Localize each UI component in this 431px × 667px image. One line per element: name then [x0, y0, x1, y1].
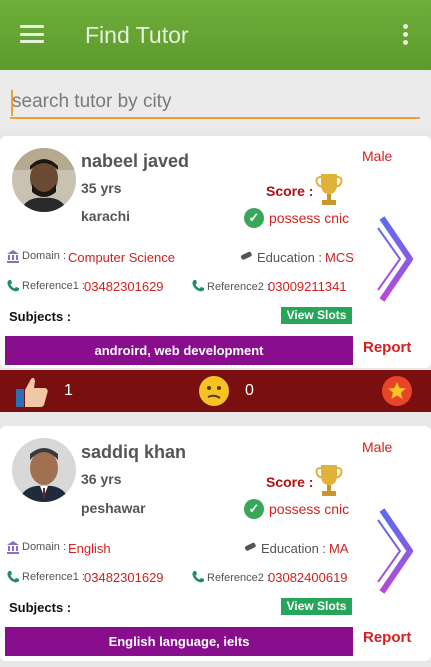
domain-label: Domain : [22, 541, 67, 553]
report-button[interactable]: Report [363, 629, 411, 646]
view-slots-button[interactable]: View Slots [281, 598, 352, 615]
reference2-label: Reference2 : [207, 572, 270, 584]
search-input[interactable] [10, 87, 420, 119]
subjects-list: androird, web development [5, 336, 353, 365]
phone-icon [7, 280, 20, 292]
verified-check-icon: ✓ [244, 499, 264, 519]
reference1-label: Reference1 : [22, 280, 85, 292]
reference2-label: Reference2 : [207, 281, 270, 293]
avatar [12, 438, 76, 502]
search-bar [0, 70, 431, 130]
phone-icon [192, 571, 204, 583]
view-slots-button[interactable]: View Slots [281, 307, 352, 324]
phone-icon [192, 280, 204, 292]
app-bar: Find Tutor [0, 0, 431, 70]
tutor-age: 36 yrs [81, 471, 122, 487]
subjects-label: Subjects : [9, 600, 72, 615]
tutor-name: saddiq khan [81, 442, 187, 462]
reference1-value[interactable]: 03482301629 [84, 279, 164, 294]
tutor-gender: Male [362, 148, 393, 164]
text-cursor [11, 90, 13, 116]
chevron-right-icon[interactable] [376, 214, 416, 304]
score-label: Score : [266, 183, 314, 199]
rating-bar: 1 0 [0, 370, 431, 412]
education-value: MA [329, 541, 349, 556]
cnic-status: possess cnic [269, 210, 350, 226]
favorite-button[interactable] [382, 376, 412, 406]
diploma-icon [244, 542, 256, 551]
subjects-list: English language, ielts [5, 627, 353, 656]
page-title: Find Tutor [85, 22, 189, 48]
like-count: 1 [64, 382, 73, 399]
reference2-value[interactable]: 03082400619 [268, 570, 348, 585]
verified-check-icon: ✓ [244, 208, 264, 228]
report-button[interactable]: Report [363, 339, 411, 356]
institution-icon [7, 541, 19, 554]
tutor-city: peshawar [81, 500, 146, 516]
star-icon [388, 382, 406, 399]
tutor-gender: Male [362, 439, 393, 455]
reference2-value[interactable]: 03009211341 [268, 279, 347, 294]
tutor-name: nabeel javed [81, 151, 190, 171]
neutral-count: 0 [245, 382, 254, 399]
domain-value: English [68, 541, 111, 556]
reference1-label: Reference1 : [22, 571, 85, 583]
tutor-city: karachi [81, 208, 131, 224]
diploma-icon [240, 251, 252, 260]
education-label: Education : [261, 541, 327, 556]
education-label: Education : [257, 250, 323, 265]
institution-icon [7, 250, 19, 263]
trophy-icon [315, 465, 343, 496]
education-value: MCS [325, 250, 354, 265]
subjects-label: Subjects : [9, 309, 72, 324]
cnic-status: possess cnic [269, 501, 350, 517]
score-label: Score : [266, 474, 314, 490]
tutor-card[interactable]: saddiq khan 36 yrs peshawar Male Score :… [0, 426, 431, 661]
reference1-value[interactable]: 03482301629 [84, 570, 164, 585]
more-vertical-icon[interactable] [403, 24, 409, 46]
phone-icon [7, 571, 20, 583]
thumbs-up-icon[interactable] [14, 373, 50, 409]
avatar [12, 148, 76, 212]
chevron-right-icon[interactable] [376, 506, 416, 596]
tutor-card[interactable]: nabeel javed 35 yrs karachi Male Score :… [0, 136, 431, 368]
confused-face-icon[interactable] [198, 375, 230, 407]
domain-label: Domain : [22, 250, 67, 262]
hamburger-menu-icon[interactable] [20, 25, 44, 43]
trophy-icon [315, 174, 343, 205]
domain-value: Computer Science [68, 250, 175, 265]
tutor-age: 35 yrs [81, 180, 122, 196]
